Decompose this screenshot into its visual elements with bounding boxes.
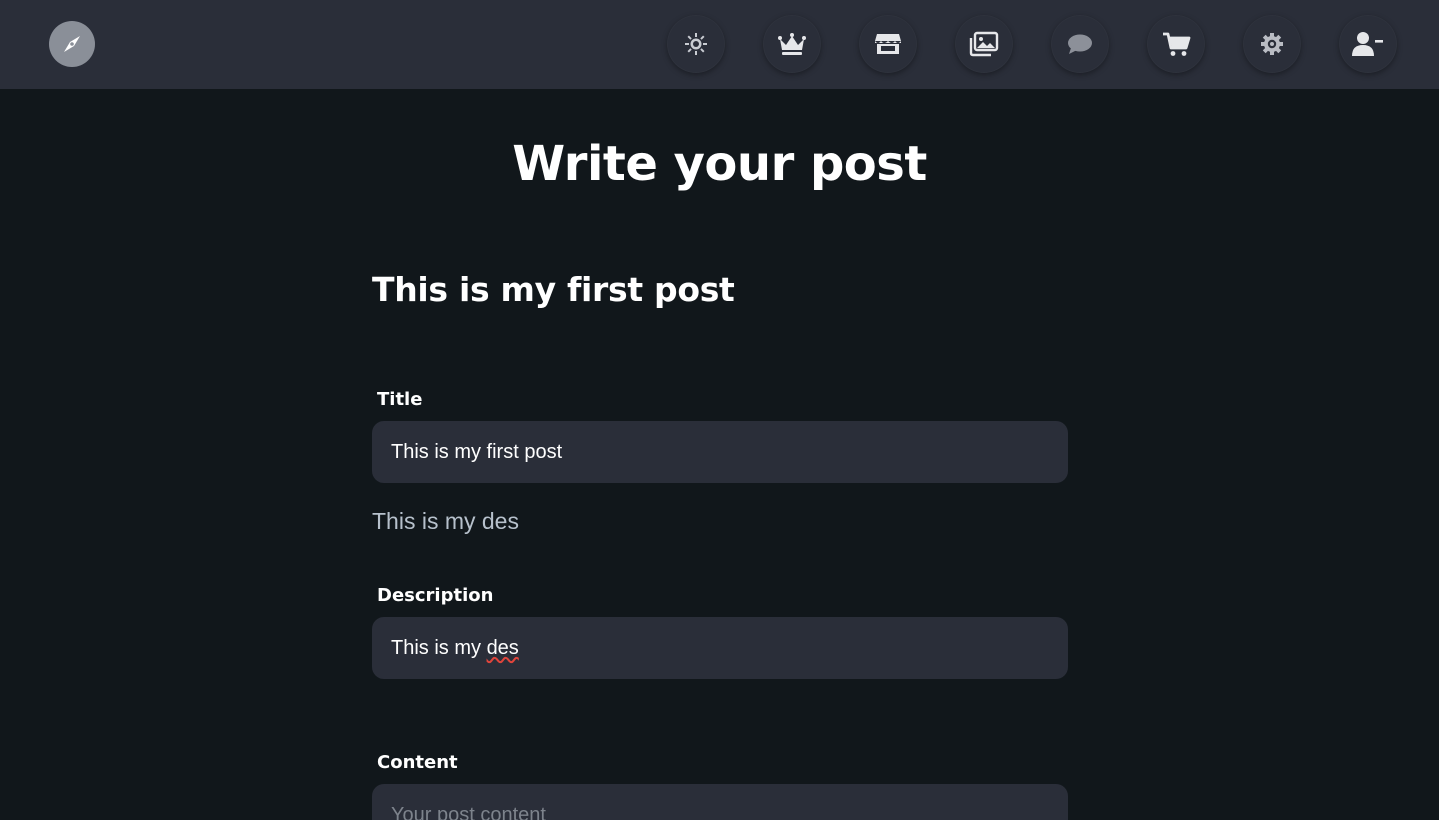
gallery-button[interactable] [955, 15, 1013, 73]
page-title: Write your post [512, 136, 927, 192]
description-label: Description [377, 585, 494, 606]
chat-icon [1066, 31, 1094, 57]
title-input[interactable] [372, 421, 1068, 483]
store-button[interactable] [859, 15, 917, 73]
images-icon [969, 31, 999, 57]
cart-icon [1161, 30, 1191, 58]
premium-button[interactable] [763, 15, 821, 73]
title-label: Title [377, 389, 423, 410]
post-preview-description: This is my des [372, 508, 519, 534]
compass-icon[interactable] [49, 21, 95, 67]
misspelled-word: des [486, 636, 519, 659]
description-input-text: This is my [391, 636, 487, 659]
sun-icon [683, 31, 709, 57]
gear-icon [1259, 31, 1285, 57]
theme-toggle-button[interactable] [667, 15, 725, 73]
logout-button[interactable] [1339, 15, 1397, 73]
cart-button[interactable] [1147, 15, 1205, 73]
user-minus-icon [1352, 30, 1384, 58]
store-icon [873, 31, 903, 57]
content-label: Content [377, 752, 458, 773]
messages-button[interactable] [1051, 15, 1109, 73]
top-navigation-bar [0, 0, 1439, 89]
crown-icon [777, 31, 807, 57]
settings-button[interactable] [1243, 15, 1301, 73]
content-textarea[interactable] [372, 784, 1068, 820]
description-input[interactable]: This is my des [372, 617, 1068, 679]
post-preview-title: This is my first post [372, 270, 735, 309]
